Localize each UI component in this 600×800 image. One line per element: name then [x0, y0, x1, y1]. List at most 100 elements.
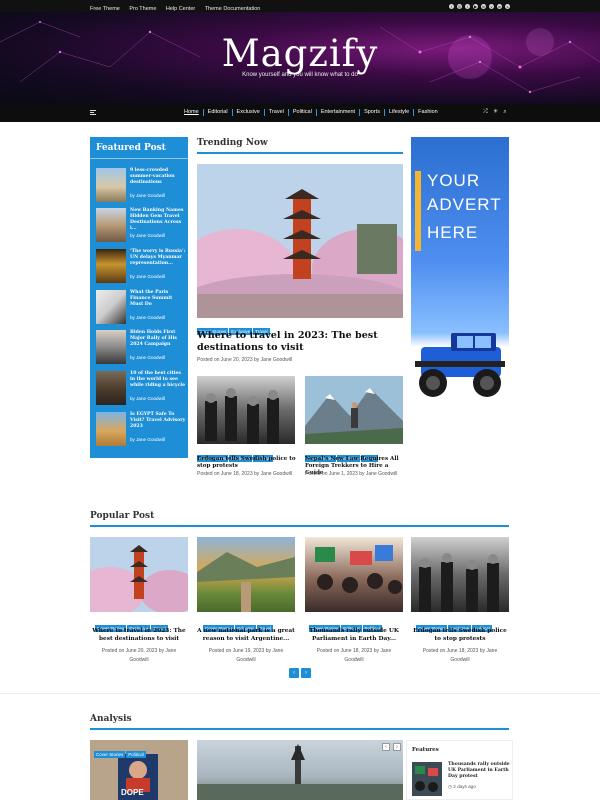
popular-meta-line: Posted on June 18, 2023 by Jane — [422, 648, 498, 654]
popular-meta: Posted on June 20, 2023 by Jane Goodwill — [90, 647, 188, 665]
featured-item-title[interactable]: 10 of the best cities in the world to se… — [130, 371, 186, 389]
city-landmark-image — [197, 744, 403, 800]
featured-item[interactable]: 10 of the best cities in the world to se… — [96, 371, 186, 407]
nav-tools: ⤮ ☀ ⌕ — [483, 109, 507, 116]
featured-thumbnail[interactable] — [96, 168, 126, 202]
featured-item-title[interactable]: What the Paris Finance Summit Must Do — [130, 290, 186, 308]
tag-political[interactable]: Political — [126, 751, 146, 758]
featured-item[interactable]: ‘The worry is Russia’: UN delays Myanmar… — [96, 249, 186, 285]
advert-line-2: ADVERT — [427, 195, 502, 214]
popular-image[interactable] — [90, 537, 188, 612]
featured-item[interactable]: Is EGYPT Safe To Visit? Travel Advisory … — [96, 412, 186, 448]
nav-item-fashion[interactable]: Fashion — [413, 109, 442, 116]
trending-right-image[interactable] — [305, 376, 403, 444]
featured-item[interactable]: Biden Holds First Major Rally of His 202… — [96, 330, 184, 366]
nav-item-editorial[interactable]: Editorial — [202, 109, 232, 116]
trending-left-headline[interactable]: Erdogan tells Swedish police to stop pro… — [197, 456, 297, 470]
advert-banner[interactable]: YOUR ADVERT HERE — [411, 137, 509, 417]
popular-image[interactable] — [197, 537, 295, 612]
top-bar: Free Theme Pro Theme Help Center Theme D… — [0, 0, 600, 12]
analysis-card-tags: Cover Stories Political — [94, 743, 147, 761]
featured-post-widget: Featured Post 9 less-crowded summer-vaca… — [90, 137, 188, 458]
popular-headline[interactable]: Thousands rally outside UK Parliament in… — [304, 628, 404, 643]
earth-day-rally-image — [315, 545, 402, 594]
analysis-prev-button[interactable]: ‹ — [382, 743, 390, 751]
popular-post-title: Popular Post — [90, 511, 155, 521]
youtube-icon[interactable]: ▶ — [473, 3, 478, 9]
site-tagline: Know yourself and you will know what to … — [242, 72, 358, 78]
features-thumbnail[interactable] — [412, 762, 442, 796]
main-nav: Home Editorial Exclusive Travel Politica… — [0, 104, 600, 122]
featured-item-title[interactable]: New Banking Names Hidden Gem Travel Dest… — [130, 208, 186, 232]
nav-item-travel[interactable]: Travel — [263, 109, 288, 116]
featured-item-author: by Jane Goodwill — [130, 396, 165, 401]
theme-toggle-icon[interactable]: ☀ — [493, 109, 498, 116]
whatsapp-icon[interactable]: w — [497, 3, 502, 9]
featured-thumbnail[interactable] — [96, 290, 126, 324]
featured-item-title[interactable]: 9 less-crowded summer-vacation destinati… — [130, 168, 186, 186]
features-widget: Features Thousands rally outside UK Parl… — [406, 740, 513, 800]
hamburger-menu-icon[interactable] — [90, 110, 96, 115]
features-headline[interactable]: Thousands rally outside UK Parliament in… — [448, 762, 510, 780]
nav-menu: Home Editorial Exclusive Travel Politica… — [180, 109, 442, 116]
search-icon[interactable]: ⌕ — [503, 109, 506, 116]
trending-left-meta: Posted on June 18, 2023 by Jane Goodwill — [197, 471, 293, 477]
shuffle-icon[interactable]: ⤮ — [483, 109, 488, 116]
featured-thumbnail[interactable] — [96, 412, 126, 446]
tag-cover-stories[interactable]: Cover Stories — [94, 751, 126, 758]
spotify-icon[interactable]: s — [505, 3, 510, 9]
featured-thumbnail[interactable] — [96, 371, 126, 405]
popular-meta: Posted on June 18, 2023 by Jane Goodwill — [411, 647, 509, 665]
popular-next-button[interactable]: › — [301, 668, 311, 678]
protest-police-image — [205, 388, 279, 444]
analysis-slider-image[interactable] — [197, 740, 403, 800]
analysis-next-button[interactable]: › — [393, 743, 401, 751]
nav-item-political[interactable]: Political — [287, 109, 316, 116]
featured-item[interactable]: 9 less-crowded summer-vacation destinati… — [96, 168, 184, 204]
popular-image[interactable] — [411, 537, 509, 612]
jeep-image — [415, 333, 505, 397]
featured-thumbnail[interactable] — [96, 249, 126, 283]
nav-item-sports[interactable]: Sports — [359, 109, 384, 116]
featured-item[interactable]: New Banking Names Hidden Gem Travel Dest… — [96, 208, 184, 244]
trending-main-image[interactable] — [197, 164, 403, 318]
site-logo[interactable]: Magzify — [0, 32, 600, 75]
popular-prev-button[interactable]: ‹ — [289, 668, 299, 678]
trending-main-headline[interactable]: Where to travel in 2023: The best destin… — [197, 330, 403, 354]
popular-headline[interactable]: Erdogan tells Swedish police to stop pro… — [410, 628, 510, 643]
instagram-icon[interactable]: ◎ — [457, 3, 462, 9]
popular-image[interactable] — [305, 537, 403, 612]
features-date-text: 2 days ago — [453, 784, 476, 789]
featured-item-title[interactable]: ‘The worry is Russia’: UN delays Myanmar… — [130, 249, 186, 267]
twitter-icon[interactable]: t — [465, 3, 470, 9]
pagoda-image — [90, 545, 188, 612]
featured-thumbnail[interactable] — [96, 208, 126, 242]
nav-item-entertainment[interactable]: Entertainment — [315, 109, 359, 116]
facebook-icon[interactable]: f — [449, 3, 454, 9]
popular-meta-author: Goodwill — [129, 657, 149, 663]
nav-item-exclusive[interactable]: Exclusive — [231, 109, 264, 116]
vk-icon[interactable]: v — [489, 3, 494, 9]
featured-item-author: by Jane Goodwill — [130, 437, 165, 442]
featured-item-title[interactable]: Is EGYPT Safe To Visit? Travel Advisory … — [130, 412, 186, 430]
nav-item-home[interactable]: Home — [180, 109, 203, 116]
linkedin-icon[interactable]: in — [481, 3, 486, 9]
popular-meta-author: Goodwill — [450, 657, 470, 663]
featured-thumbnail[interactable] — [96, 330, 126, 364]
protest-image — [419, 553, 499, 612]
rally-thumbnail-image — [415, 766, 438, 792]
mountain-trekker-image — [305, 376, 403, 444]
popular-headline[interactable]: Where to travel in 2023: The best destin… — [89, 628, 189, 643]
national-park-image — [197, 552, 295, 612]
trending-now-title: Trending Now — [197, 138, 268, 148]
popular-headline[interactable]: A new national park is a great reason to… — [196, 628, 296, 643]
featured-item-title[interactable]: Biden Holds First Major Rally of His 202… — [130, 330, 186, 348]
features-date: ◷ 2 days ago — [448, 784, 476, 790]
trending-left-image[interactable] — [197, 376, 295, 444]
featured-item[interactable]: What the Paris Finance Summit Must Do by… — [96, 290, 184, 326]
trending-main-meta: Posted on June 20, 2023 by Jane Goodwill — [197, 357, 293, 363]
pagoda-cherry-blossom-image — [197, 164, 403, 318]
popular-meta-author: Goodwill — [344, 657, 364, 663]
nav-item-lifestyle[interactable]: Lifestyle — [383, 109, 413, 116]
popular-meta-line: Posted on June 18, 2023 by Jane — [316, 648, 392, 654]
